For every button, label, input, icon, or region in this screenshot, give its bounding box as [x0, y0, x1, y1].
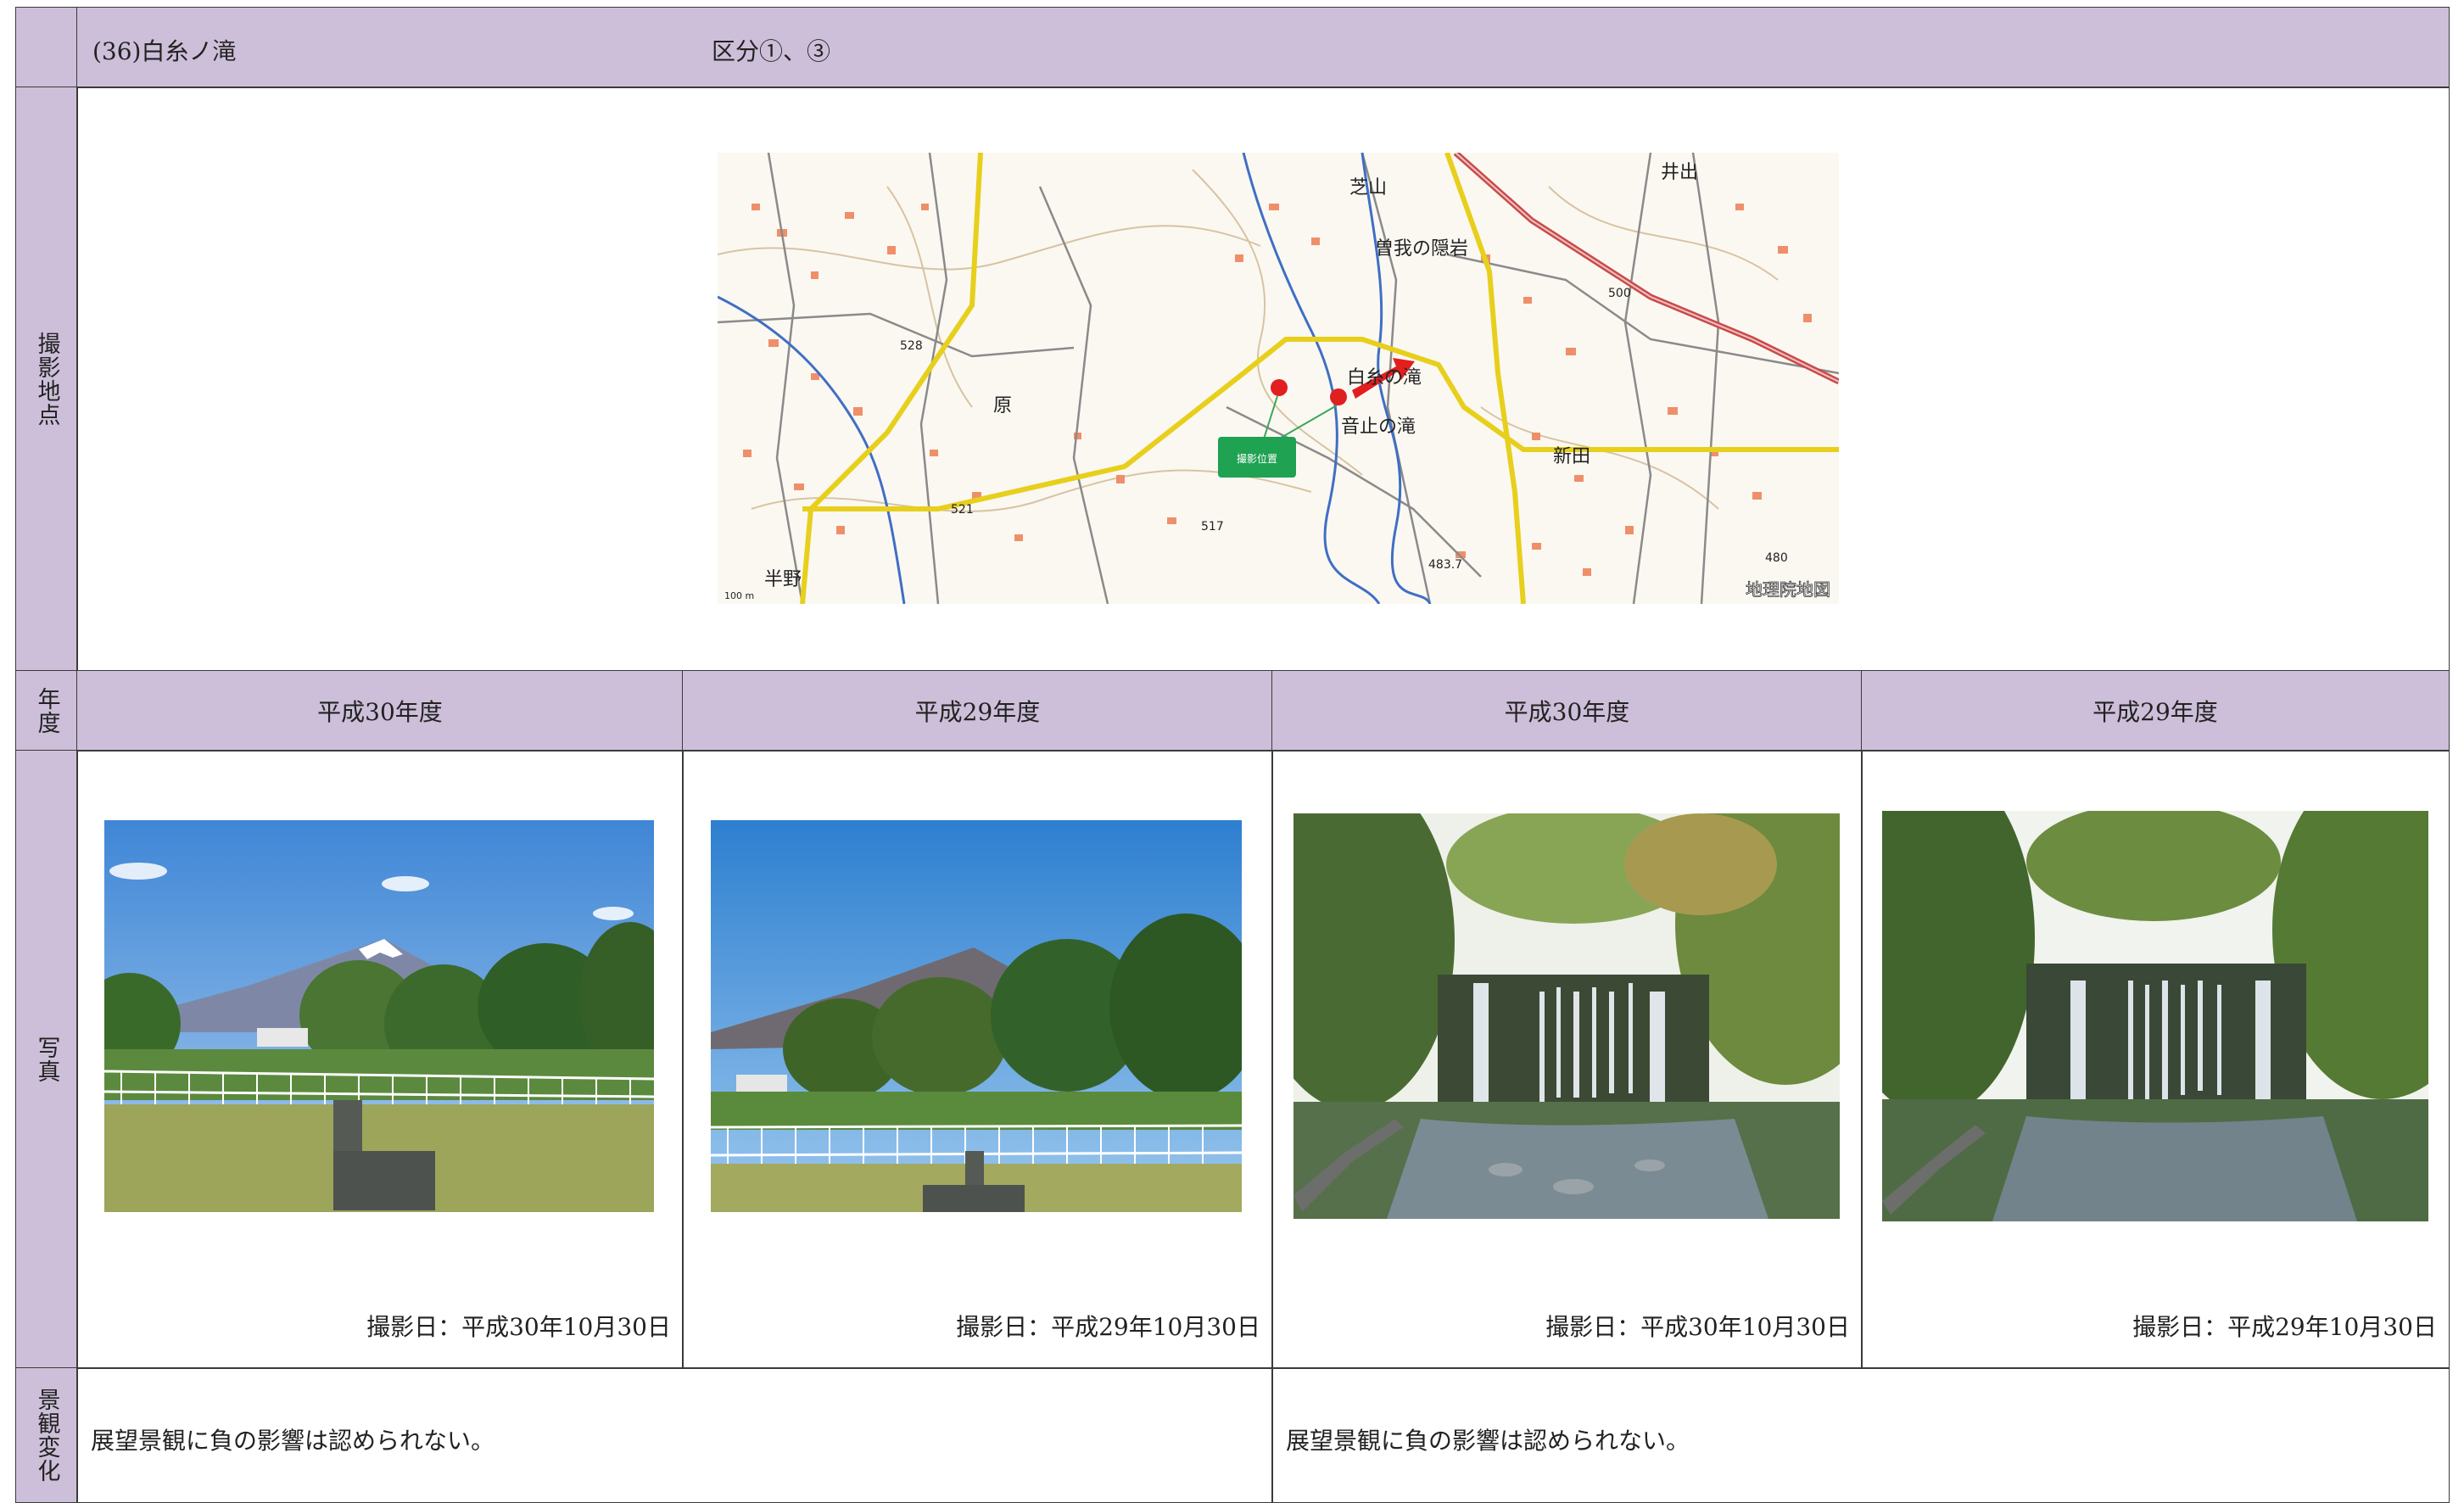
- category-label: 区分①、③: [712, 37, 831, 65]
- photo-cell-3: 撮影日：平成30年10月30日: [1271, 750, 1863, 1369]
- map-credit: 地理院地図: [1746, 579, 1830, 600]
- header-title-cell: (36)白糸ノ滝 区分①、③: [76, 7, 2450, 88]
- map-label: 音止の滝: [1341, 416, 1416, 438]
- map-label: 517: [1201, 520, 1224, 534]
- map-scale-label: 100 m: [724, 590, 754, 601]
- map-label: 521: [951, 503, 974, 517]
- map-label: 新田: [1553, 446, 1590, 467]
- photo-cell-1: 撮影日：平成30年10月30日: [76, 750, 684, 1369]
- map-label: 白糸の滝: [1347, 367, 1422, 388]
- photo-date-1: 撮影日：平成30年10月30日: [366, 1313, 671, 1341]
- map-marker-label: 撮影位置: [1237, 452, 1277, 465]
- year-header-4: 平成29年度: [1861, 670, 2450, 752]
- map-label: 480: [1765, 551, 1788, 565]
- map-label: 曽我の隠岩: [1375, 238, 1468, 260]
- header-corner-cell: [15, 7, 78, 88]
- assessment-cell-right: 展望景観に負の影響は認められない。: [1271, 1367, 2450, 1503]
- year-header-3: 平成30年度: [1271, 670, 1863, 752]
- photo-falls-2018: [1293, 813, 1840, 1219]
- map-label: 半野: [764, 569, 802, 590]
- photo-date-2: 撮影日：平成29年10月30日: [956, 1313, 1260, 1341]
- photo-cell-2: 撮影日：平成29年10月30日: [682, 750, 1273, 1369]
- assessment-left-text: 展望景観に負の影響は認められない。: [91, 1427, 495, 1455]
- map-cell: 撮影位置 芝山 井出 曽我の隠岩 白糸の滝 音止の滝 新田 原 半野 528 5…: [76, 87, 2450, 672]
- map-label: 500: [1608, 287, 1631, 300]
- photo-row-label: 写真: [15, 750, 78, 1369]
- photo-cell-4: 撮影日：平成29年10月30日: [1861, 750, 2450, 1369]
- map-label: 483.7: [1428, 558, 1462, 572]
- photo-fuji-2018: [104, 820, 654, 1212]
- photo-fuji-2017: [711, 820, 1242, 1212]
- year-header-2: 平成29年度: [682, 670, 1273, 752]
- site-name: (36)白糸ノ滝: [92, 37, 237, 65]
- year-header-1: 平成30年度: [76, 670, 684, 752]
- survey-table: (36)白糸ノ滝 区分①、③ 撮影地点 撮影位置 芝山 井出 曽我の隠岩 白糸の…: [15, 7, 2450, 1503]
- map-label: 井出: [1661, 162, 1698, 183]
- map-label: 528: [900, 339, 923, 353]
- assessment-right-text: 展望景観に負の影響は認められない。: [1286, 1427, 1690, 1455]
- location-map: 撮影位置 芝山 井出 曽我の隠岩 白糸の滝 音止の滝 新田 原 半野 528 5…: [718, 153, 1839, 604]
- change-row-label: 景観変化: [15, 1367, 78, 1503]
- year-row-label: 年度: [15, 670, 78, 752]
- map-label: 原: [993, 395, 1012, 416]
- photo-falls-2017: [1882, 811, 2428, 1221]
- map-label: 芝山: [1349, 177, 1387, 198]
- location-row-label: 撮影地点: [15, 87, 78, 672]
- assessment-cell-left: 展望景観に負の影響は認められない。: [76, 1367, 1273, 1503]
- photo-date-4: 撮影日：平成29年10月30日: [2132, 1313, 2437, 1341]
- photo-date-3: 撮影日：平成30年10月30日: [1545, 1313, 1850, 1341]
